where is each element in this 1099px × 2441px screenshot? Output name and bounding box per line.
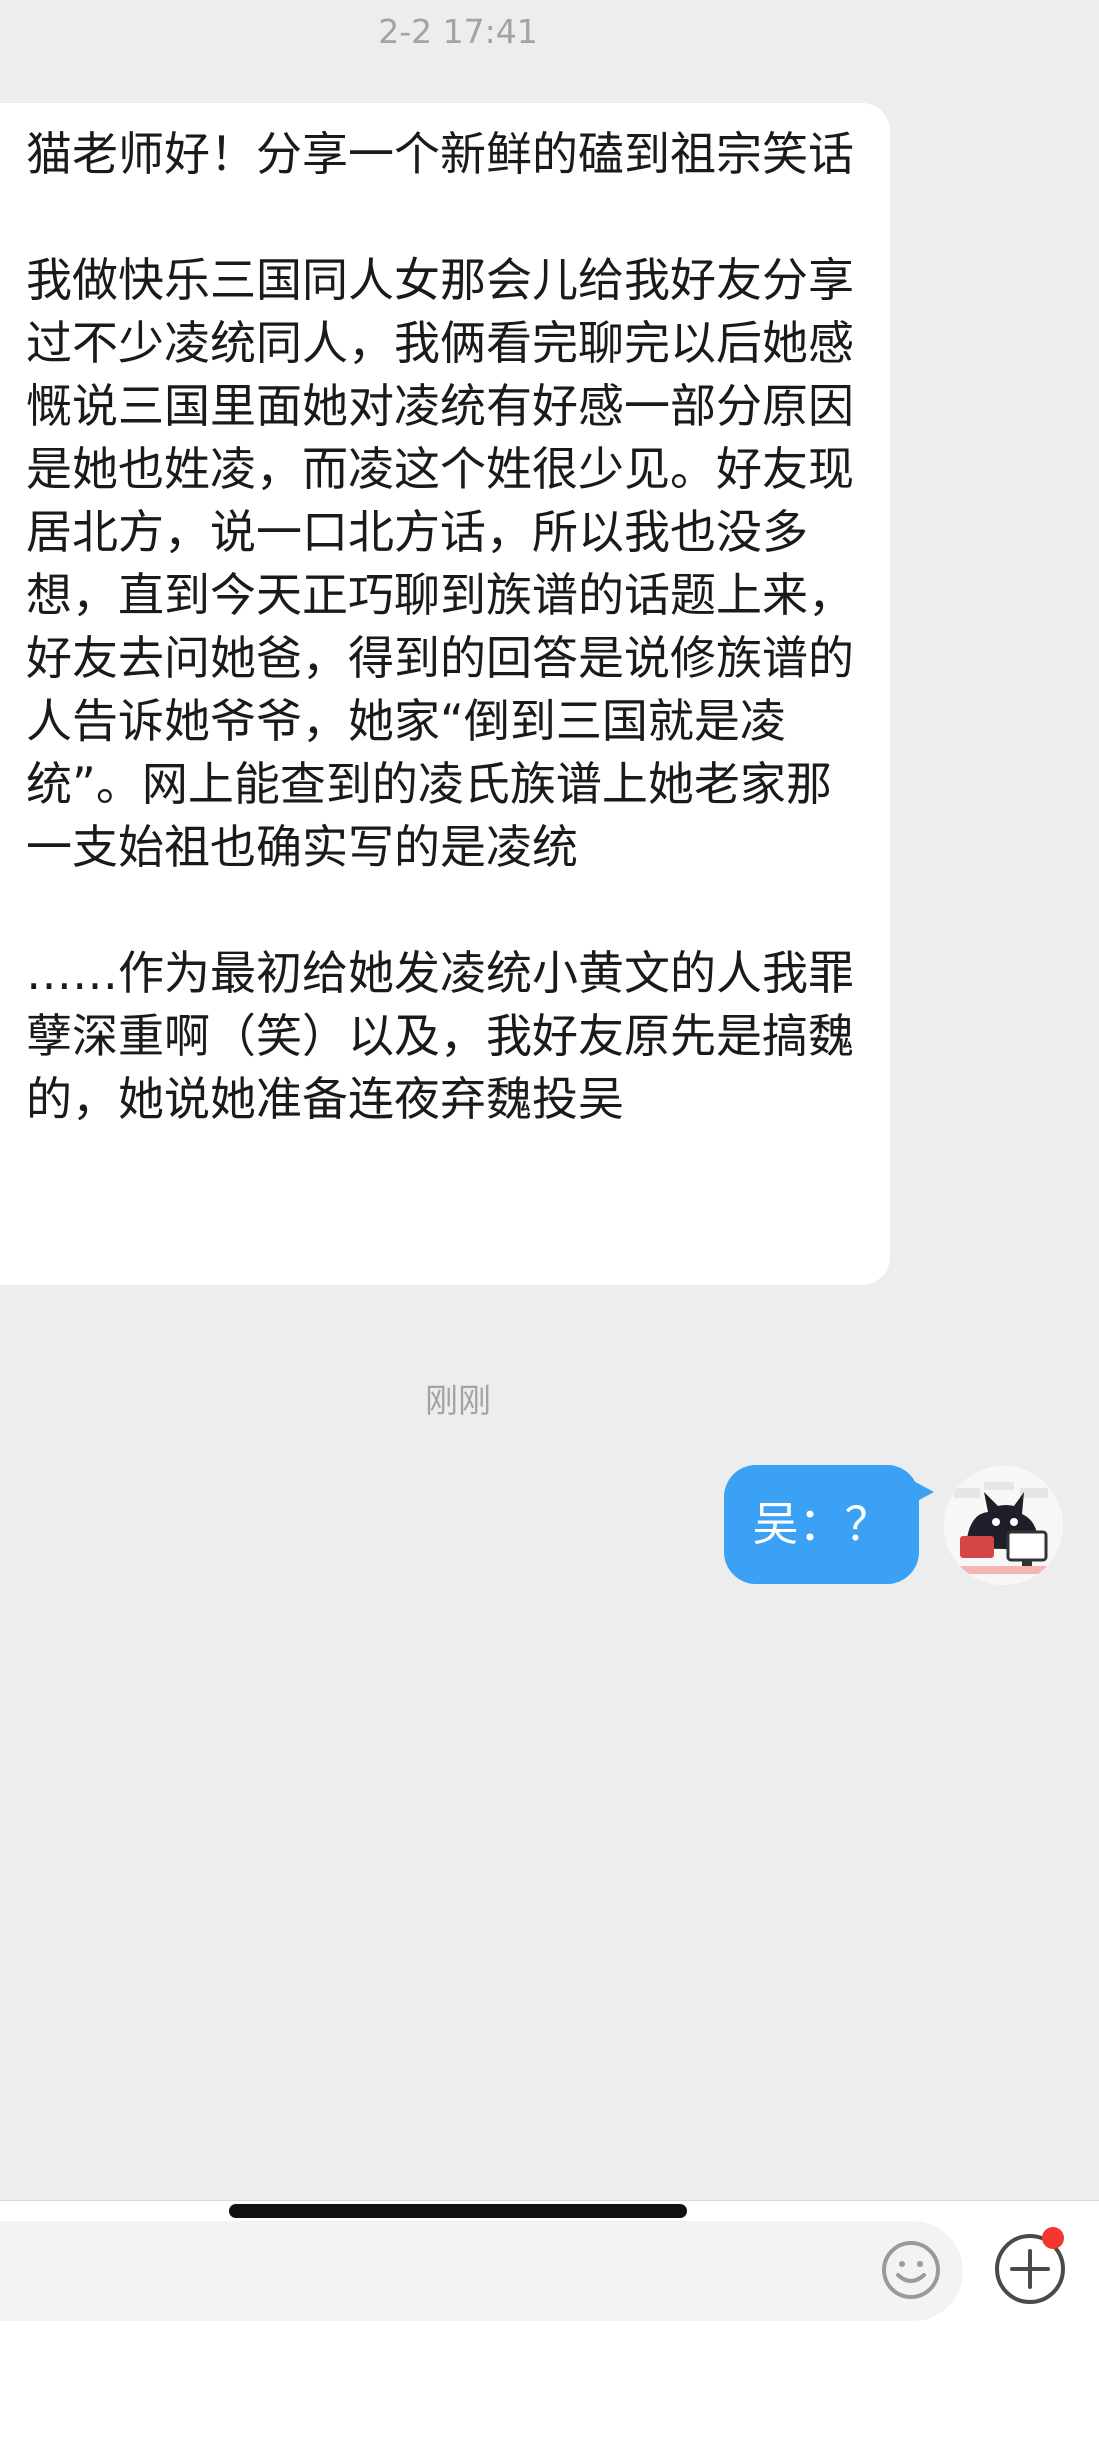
message-timestamp: 2-2 17:41 xyxy=(378,12,538,51)
home-indicator[interactable] xyxy=(229,2204,687,2218)
message-timestamp: 刚刚 xyxy=(425,1381,491,1420)
bubble-tail xyxy=(908,1478,934,1506)
incoming-message-bubble[interactable]: 猫老师好！分享一个新鲜的磕到祖宗笑话 我做快乐三国同人女那会儿给我好友分享过不少… xyxy=(0,103,890,1285)
emoji-face-icon[interactable] xyxy=(880,2239,942,2301)
black-cat-avatar-icon xyxy=(944,1466,1063,1585)
outgoing-message-bubble[interactable]: 吴：？ xyxy=(724,1465,919,1584)
incoming-message-text: 猫老师好！分享一个新鲜的磕到祖宗笑话 我做快乐三国同人女那会儿给我好友分享过不少… xyxy=(26,127,854,1126)
notification-dot xyxy=(1042,2227,1064,2249)
outgoing-message-text: 吴：？ xyxy=(752,1497,891,1551)
chat-input-bar xyxy=(0,2200,1099,2441)
avatar[interactable] xyxy=(944,1466,1063,1585)
message-input[interactable] xyxy=(0,2221,963,2321)
